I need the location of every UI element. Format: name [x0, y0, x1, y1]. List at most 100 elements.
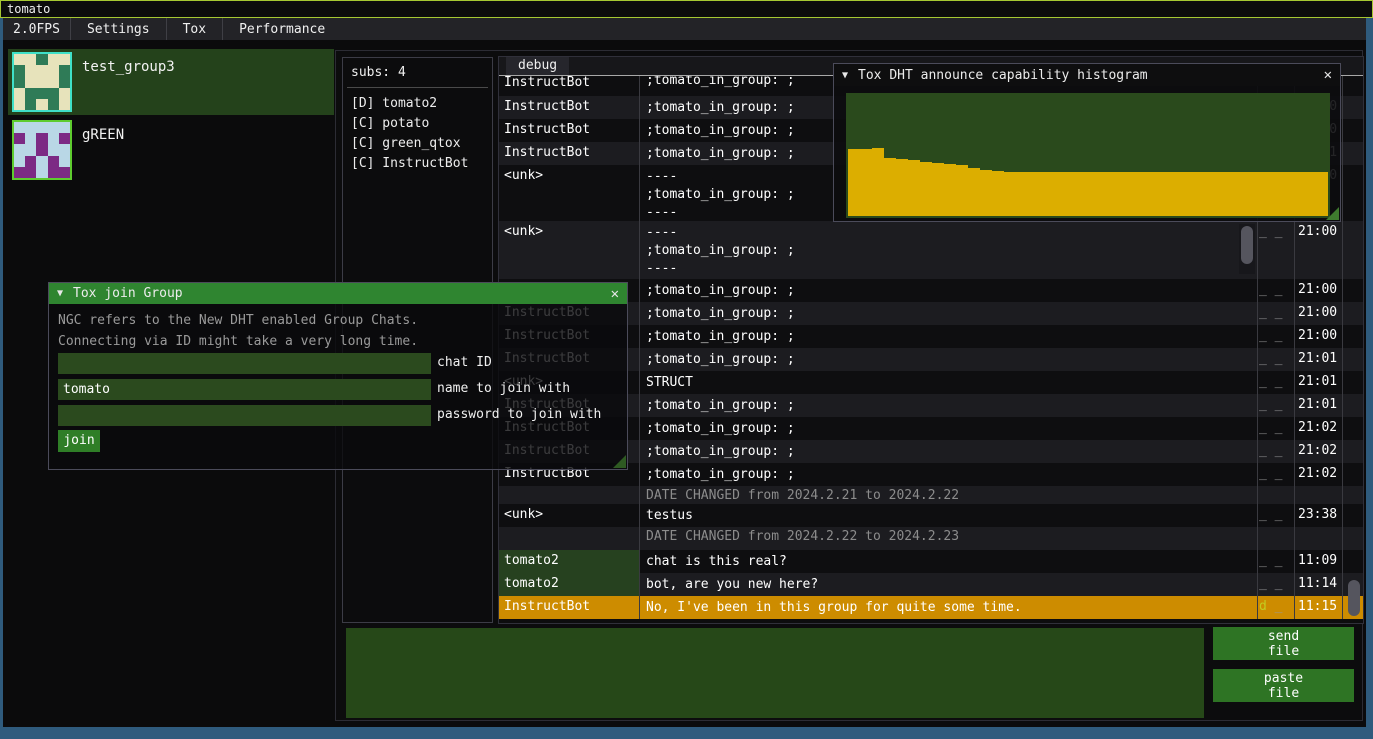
message-text: ;tomato_in_group: ;	[646, 420, 1251, 438]
group-item-test_group3[interactable]: test_group3	[8, 49, 334, 115]
menu-bar: 2.0FPS Settings Tox Performance	[3, 18, 1366, 40]
message-row: InstructBot;tomato_in_group: ;_ _21:00	[499, 302, 1363, 325]
resize-grip-icon[interactable]	[1326, 207, 1339, 220]
join-group-titlebar[interactable]: ▼ Tox join Group ✕	[49, 283, 627, 304]
message-status: _ _	[1259, 351, 1292, 366]
message-author: tomato2	[499, 573, 639, 596]
member-item[interactable]: [C] InstructBot	[351, 154, 484, 174]
message-time: 21:01	[1298, 351, 1337, 366]
message-time: 21:02	[1298, 420, 1337, 435]
message-status: _ _	[1259, 328, 1292, 343]
message-row: <unk>STRUCT_ _21:01	[499, 371, 1363, 394]
message-text: No, I've been in this group for quite so…	[646, 599, 1251, 617]
date-changed-text: DATE CHANGED from 2024.2.22 to 2024.2.23	[646, 529, 959, 544]
message-text: bot, are you new here?	[646, 576, 1251, 594]
menu-performance[interactable]: Performance	[223, 22, 341, 37]
message-time: 21:02	[1298, 443, 1337, 458]
message-scrollbar-thumb[interactable]	[1241, 226, 1253, 264]
message-author: InstructBot	[499, 596, 639, 619]
message-text: testus	[646, 507, 1251, 525]
app-window: tomato 2.0FPS Settings Tox Performance t…	[0, 0, 1373, 739]
message-author: InstructBot	[499, 96, 639, 119]
message-input[interactable]	[346, 628, 1204, 718]
message-row: tomato2bot, are you new here?_ _11:14	[499, 573, 1363, 596]
message-status: _ _	[1259, 553, 1292, 568]
column-divider	[1342, 76, 1343, 619]
message-author: <unk>	[499, 165, 639, 221]
join-password-field[interactable]	[58, 405, 431, 426]
join-name-field[interactable]	[58, 379, 431, 400]
date-changed-row: DATE CHANGED from 2024.2.22 to 2024.2.23	[499, 527, 1363, 550]
group-name: gREEN	[82, 127, 124, 143]
member-item[interactable]: [C] green_qtox	[351, 134, 484, 154]
group-name: test_group3	[82, 59, 175, 75]
send-file-button[interactable]: send file	[1213, 627, 1354, 660]
join-button[interactable]: join	[58, 430, 100, 452]
collapse-icon[interactable]: ▼	[842, 70, 848, 81]
window-title: tomato	[7, 2, 50, 16]
message-status: _ _	[1259, 282, 1292, 297]
message-text: ;tomato_in_group: ;	[646, 328, 1251, 346]
message-time: 11:15	[1298, 599, 1337, 614]
message-time: 11:14	[1298, 576, 1337, 591]
message-row: <unk>----;tomato_in_group: ;----_ _21:00	[499, 221, 1363, 279]
message-text: ;tomato_in_group: ;	[646, 466, 1251, 484]
group-avatar	[12, 120, 72, 180]
date-changed-row: DATE CHANGED from 2024.2.21 to 2024.2.22	[499, 486, 1363, 504]
column-divider	[639, 76, 640, 619]
message-author: <unk>	[499, 504, 639, 527]
message-text: STRUCT	[646, 374, 1251, 392]
message-status: _ _	[1259, 466, 1292, 481]
menu-tox[interactable]: Tox	[167, 22, 222, 37]
message-time: 11:09	[1298, 553, 1337, 568]
member-item[interactable]: [C] potato	[351, 114, 484, 134]
chat-id-label: chat ID	[437, 355, 492, 370]
message-text: chat is this real?	[646, 553, 1251, 571]
chat-id-field[interactable]	[58, 353, 431, 374]
chat-scrollbar-thumb[interactable]	[1348, 580, 1360, 616]
join-name-label: name to join with	[437, 381, 570, 396]
message-row: InstructBot;tomato_in_group: ;_ _21:02	[499, 417, 1363, 440]
message-time: 21:01	[1298, 397, 1337, 412]
join-group-window: ▼ Tox join Group ✕ NGC refers to the New…	[48, 282, 628, 470]
window-titlebar[interactable]: tomato	[0, 0, 1373, 18]
message-text: ;tomato_in_group: ;	[646, 443, 1251, 461]
message-author: tomato2	[499, 550, 639, 573]
message-row: InstructBot;tomato_in_group: ;_ _21:01	[499, 394, 1363, 417]
message-author: InstructBot	[499, 119, 639, 142]
collapse-icon[interactable]: ▼	[57, 288, 63, 299]
message-row: InstructBot;tomato_in_group: ;_ _21:00	[499, 325, 1363, 348]
members-count: subs: 4	[351, 65, 484, 80]
message-row: InstructBot;tomato_in_group: ;_ _21:02	[499, 463, 1363, 486]
message-time: 23:38	[1298, 507, 1337, 522]
menu-settings[interactable]: Settings	[71, 22, 166, 37]
message-text: ;tomato_in_group: ;	[646, 305, 1251, 323]
dht-histogram-titlebar[interactable]: ▼ Tox DHT announce capability histogram …	[834, 64, 1340, 86]
message-status: _ _	[1259, 374, 1292, 389]
message-time: 21:00	[1298, 328, 1337, 343]
group-item-gREEN[interactable]: gREEN	[8, 117, 334, 183]
join-password-label: password to join with	[437, 407, 601, 422]
dht-histogram-title: Tox DHT announce capability histogram	[858, 68, 1148, 83]
close-icon[interactable]: ✕	[1324, 67, 1332, 83]
message-row: InstructBot;tomato_in_group: ;_ _21:01	[499, 348, 1363, 371]
message-text: ;tomato_in_group: ;	[646, 282, 1251, 300]
window-border-bottom	[0, 727, 1373, 739]
message-status: _ _	[1259, 305, 1292, 320]
member-item[interactable]: [D] tomato2	[351, 94, 484, 114]
tab-debug[interactable]: debug	[506, 57, 569, 75]
dht-histogram-window: ▼ Tox DHT announce capability histogram …	[833, 63, 1341, 222]
message-status: d _	[1259, 599, 1292, 614]
message-time: 21:00	[1298, 224, 1337, 239]
message-time: 21:00	[1298, 305, 1337, 320]
message-time: 21:01	[1298, 374, 1337, 389]
message-text: ----;tomato_in_group: ;----	[646, 224, 1251, 278]
window-border-right	[1366, 18, 1373, 739]
member-list: [D] tomato2[C] potato[C] green_qtox[C] I…	[351, 94, 484, 174]
resize-grip-icon[interactable]	[613, 455, 626, 468]
message-row: InstructBot No, I've been in this group f…	[499, 596, 1363, 619]
paste-file-button[interactable]: paste file	[1213, 669, 1354, 702]
message-text: ;tomato_in_group: ;	[646, 397, 1251, 415]
message-status: _ _	[1259, 397, 1292, 412]
close-icon[interactable]: ✕	[611, 286, 619, 302]
